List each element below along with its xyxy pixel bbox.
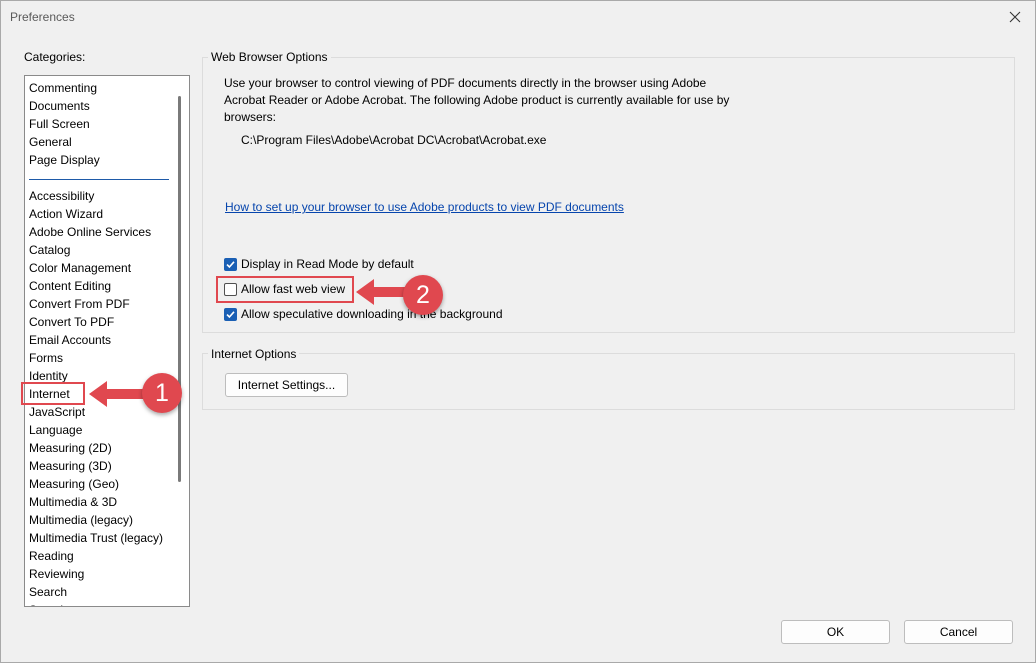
category-item-security[interactable]: Security — [29, 601, 174, 606]
browser-description: Use your browser to control viewing of P… — [224, 76, 730, 124]
category-item-multimedia-3d[interactable]: Multimedia & 3D — [29, 493, 174, 511]
window-title: Preferences — [10, 10, 75, 24]
category-item-measuring-2d[interactable]: Measuring (2D) — [29, 439, 174, 457]
list-scrollbar[interactable] — [178, 96, 181, 482]
browser-setup-link[interactable]: How to set up your browser to use Adobe … — [225, 199, 624, 216]
read-mode-label: Display in Read Mode by default — [241, 257, 414, 271]
acrobat-path: C:\Program Files\Adobe\Acrobat DC\Acroba… — [241, 133, 547, 147]
category-item-adobe-online-services[interactable]: Adobe Online Services — [29, 223, 174, 241]
fast-web-view-highlight-box — [216, 276, 354, 303]
speculative-download-checkbox-row[interactable]: Allow speculative downloading in the bac… — [224, 306, 503, 322]
preferences-dialog: Preferences Categories: Commenting Docume… — [0, 0, 1036, 663]
step-1-badge: 1 — [142, 373, 182, 413]
category-item-email-accounts[interactable]: Email Accounts — [29, 331, 174, 349]
category-item-reading[interactable]: Reading — [29, 547, 174, 565]
category-item-search[interactable]: Search — [29, 583, 174, 601]
cancel-button[interactable]: Cancel — [904, 620, 1013, 644]
categories-list[interactable]: Commenting Documents Full Screen General Pag… — [24, 75, 190, 607]
speculative-download-checkbox[interactable] — [224, 307, 237, 321]
category-item-documents[interactable]: Documents — [29, 97, 174, 115]
category-item-convert-to-pdf[interactable]: Convert To PDF — [29, 313, 174, 331]
category-item-color-management[interactable]: Color Management — [29, 259, 174, 277]
category-separator — [29, 179, 169, 180]
category-item-measuring-geo[interactable]: Measuring (Geo) — [29, 475, 174, 493]
close-button[interactable] — [1003, 5, 1027, 29]
step-2-badge: 2 — [403, 275, 443, 315]
categories-list-items: Commenting Documents Full Screen General Pag… — [29, 79, 174, 606]
internet-options-title: Internet Options — [208, 347, 300, 361]
category-item-page-display[interactable]: Page Display — [29, 151, 174, 169]
close-icon — [1009, 11, 1021, 23]
category-item-multimedia-legacy[interactable]: Multimedia (legacy) — [29, 511, 174, 529]
checkmark-icon — [226, 310, 235, 318]
title-bar: Preferences — [1, 1, 1035, 33]
category-item-accessibility[interactable]: Accessibility — [29, 187, 174, 205]
category-item-catalog[interactable]: Catalog — [29, 241, 174, 259]
category-item-general[interactable]: General — [29, 133, 174, 151]
category-item-action-wizard[interactable]: Action Wizard — [29, 205, 174, 223]
categories-label: Categories: — [24, 50, 86, 64]
category-item-commenting[interactable]: Commenting — [29, 79, 174, 97]
category-item-measuring-3d[interactable]: Measuring (3D) — [29, 457, 174, 475]
category-item-full-screen[interactable]: Full Screen — [29, 115, 174, 133]
ok-button[interactable]: OK — [781, 620, 890, 644]
web-browser-options-title: Web Browser Options — [208, 50, 331, 64]
category-item-language[interactable]: Language — [29, 421, 174, 439]
category-item-reviewing[interactable]: Reviewing — [29, 565, 174, 583]
internet-highlight-box — [21, 382, 85, 405]
category-item-forms[interactable]: Forms — [29, 349, 174, 367]
annotation-arrow-2 — [356, 279, 408, 305]
speculative-download-label: Allow speculative downloading in the bac… — [241, 307, 503, 321]
checkmark-icon — [226, 260, 235, 268]
read-mode-checkbox-row[interactable]: Display in Read Mode by default — [224, 256, 414, 272]
read-mode-checkbox[interactable] — [224, 257, 237, 271]
internet-settings-button[interactable]: Internet Settings... — [225, 373, 348, 397]
category-item-multimedia-trust-legacy[interactable]: Multimedia Trust (legacy) — [29, 529, 174, 547]
category-item-content-editing[interactable]: Content Editing — [29, 277, 174, 295]
category-item-convert-from-pdf[interactable]: Convert From PDF — [29, 295, 174, 313]
